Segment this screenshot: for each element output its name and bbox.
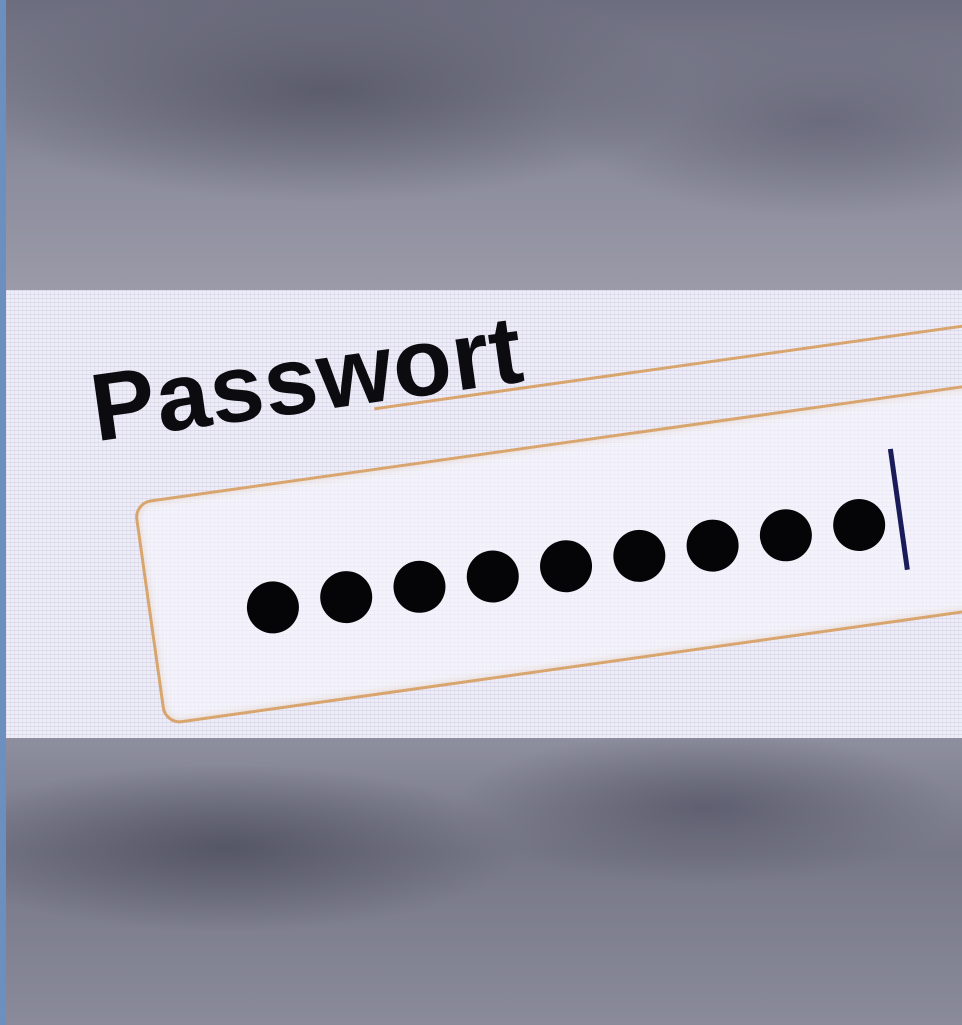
masked-password — [243, 495, 889, 637]
photo-frame: Passwort — [0, 0, 962, 1025]
login-form: Passwort — [6, 290, 962, 738]
blurred-background-bottom — [6, 738, 962, 1025]
blurred-background-top — [6, 0, 962, 290]
password-mask-dot — [390, 557, 449, 617]
password-mask-dot — [609, 526, 669, 586]
text-caret — [887, 448, 910, 571]
password-mask-dot — [683, 516, 742, 575]
screen-closeup: Passwort — [6, 290, 962, 738]
password-mask-dot — [829, 495, 889, 555]
password-label: Passwort — [84, 295, 530, 463]
password-mask-dot — [243, 578, 303, 637]
password-mask-dot — [756, 505, 816, 565]
password-mask-dot — [463, 547, 523, 606]
password-mask-dot — [536, 536, 596, 596]
password-mask-dot — [316, 567, 376, 627]
